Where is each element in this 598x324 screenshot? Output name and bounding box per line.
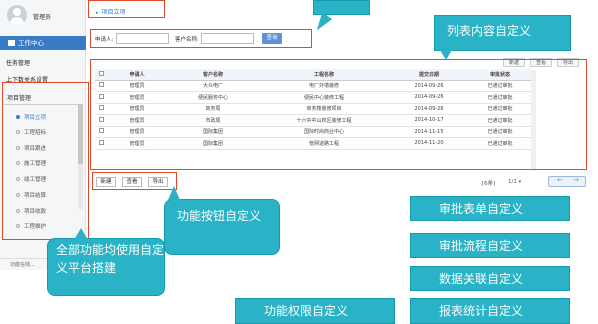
sidebar-frame [2,82,89,240]
avatar[interactable] [7,5,27,25]
briefcase-icon [8,40,15,46]
user-name: 管理员 [33,14,52,21]
prev-page-icon[interactable]: ← [557,176,563,184]
page-indicator[interactable]: 1/1 ▾ [508,179,521,185]
callout-tail [440,50,452,60]
user-box: 管理员 [0,0,86,34]
callout-tail [168,186,180,200]
record-count: [6条] [482,181,496,187]
list-frame [90,59,587,170]
next-page-icon[interactable]: → [573,176,579,184]
callout-tail [74,228,88,240]
search-frame [90,29,312,48]
callout-tail [311,12,333,34]
callout-list-custom: 列表内容自定义 [434,15,571,51]
sidebar-item-task-mgmt[interactable]: 任务管理 [6,58,30,67]
pager-arrows: ← → [548,176,586,187]
callout-form-custom: 审批表单自定义 [410,196,570,221]
callout-data-custom: 数据关联自定义 [410,266,570,291]
buttons-frame [92,172,177,190]
work-center-nav[interactable]: 工作中心 [0,36,86,50]
callout-button-custom: 功能按钮自定义 [164,199,280,255]
callout-report-custom: 报表统计自定义 [410,298,570,324]
work-center-label: 工作中心 [18,39,44,47]
callout-perm-custom: 功能权限自定义 [235,298,395,324]
callout-flow-custom: 审批流程自定义 [410,233,570,258]
breadcrumb-frame [88,0,165,18]
callout-platform: 全部功能均使用自定义平台搭建 [47,238,165,296]
